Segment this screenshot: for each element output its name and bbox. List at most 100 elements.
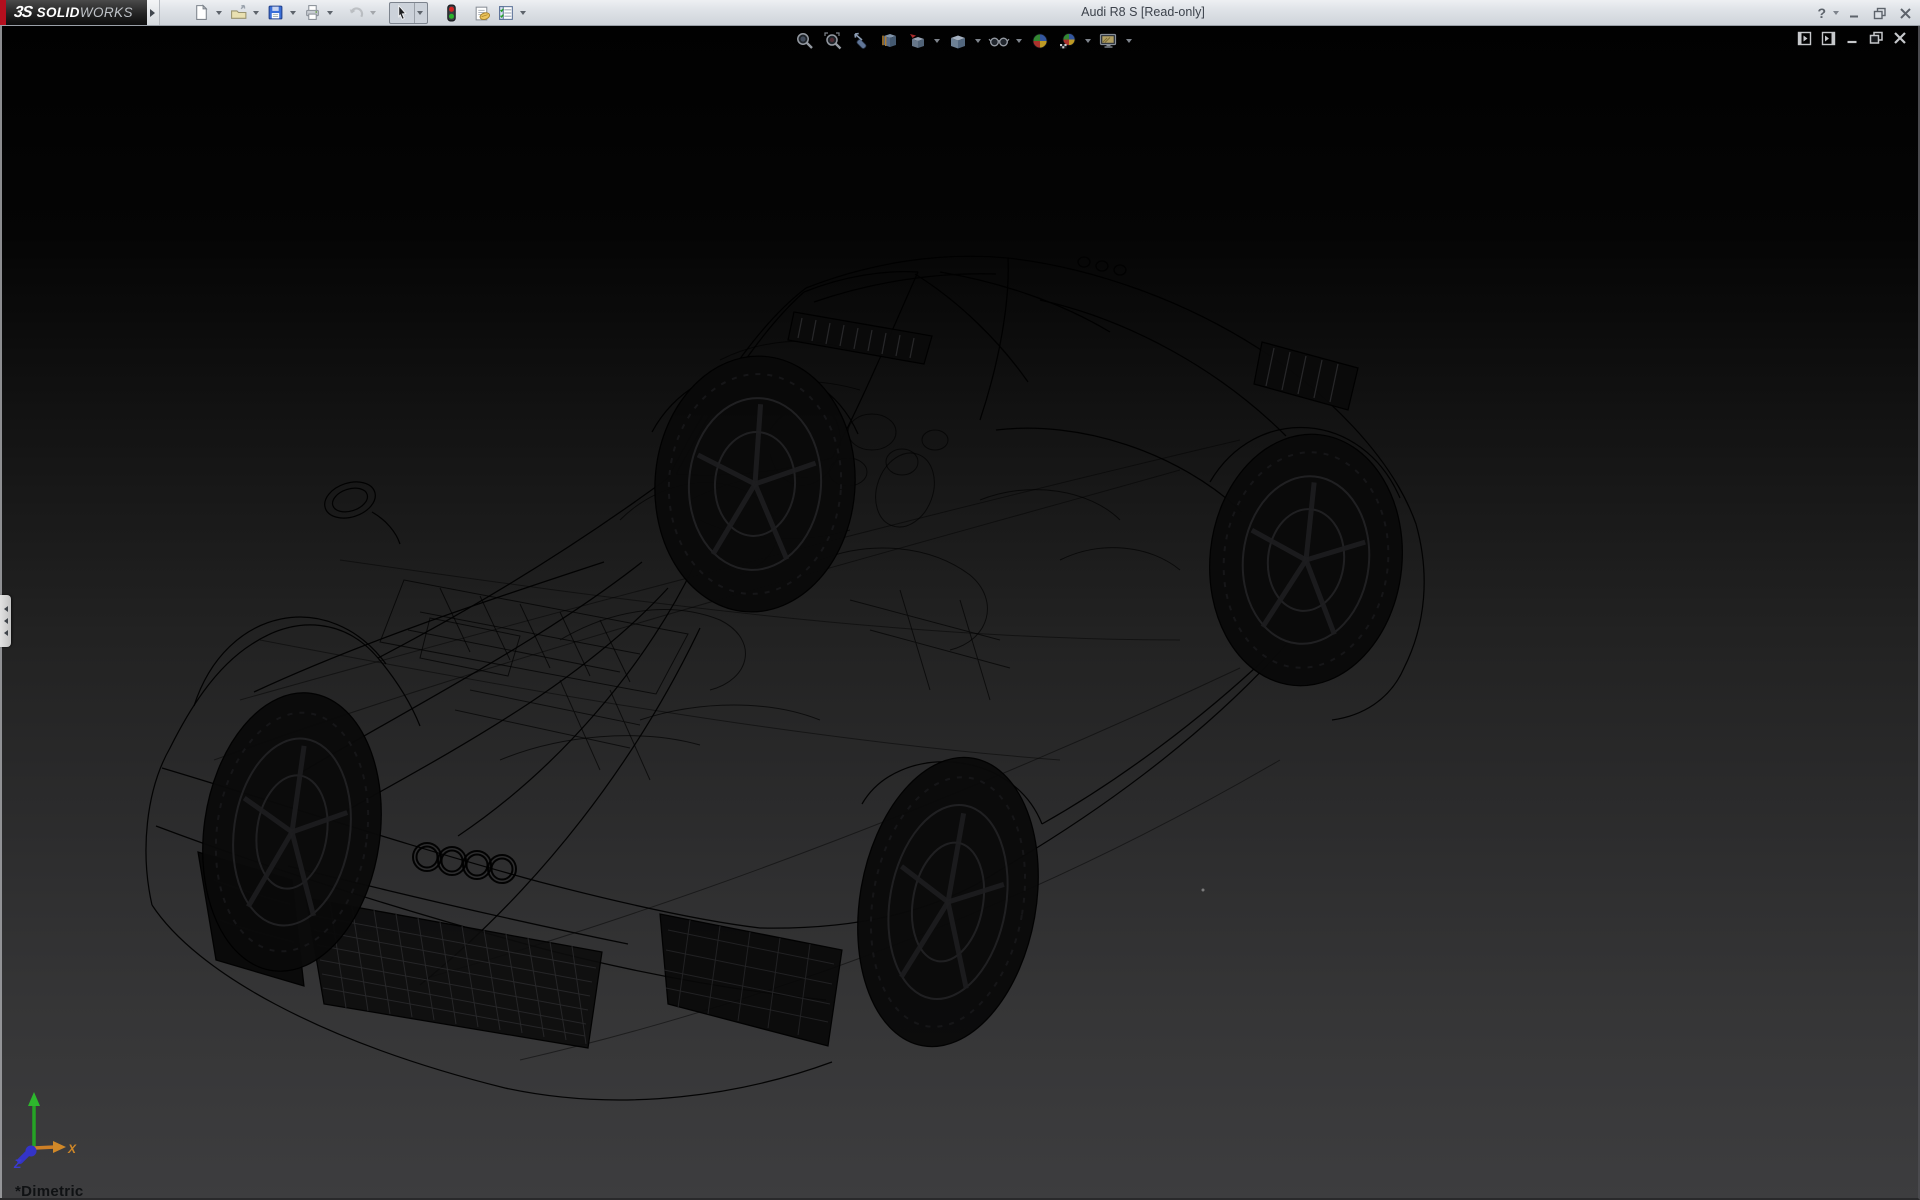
undo-button[interactable] xyxy=(344,2,368,24)
minimize-icon xyxy=(1849,7,1861,19)
triad-z-label: Z xyxy=(13,1157,22,1171)
apply-scene-button[interactable] xyxy=(1055,29,1080,53)
orientation-triad: X Z xyxy=(13,1092,77,1171)
hide-show-items-button[interactable] xyxy=(986,29,1011,53)
previous-view-button[interactable] xyxy=(848,29,873,53)
titlebar: 3S SOLIDWORKS xyxy=(0,0,1920,26)
chevron-down-icon xyxy=(417,11,423,15)
select-button[interactable] xyxy=(390,3,414,23)
chevron-down-icon xyxy=(934,39,940,43)
menu-flyout-arrow[interactable] xyxy=(147,0,160,25)
restore-icon xyxy=(1873,7,1887,20)
select-cursor-icon xyxy=(394,4,410,21)
open-folder-icon xyxy=(230,4,248,21)
zoom-to-area-icon xyxy=(823,31,843,51)
ds-logo-glyph: 3S xyxy=(13,4,33,22)
print-dropdown[interactable] xyxy=(325,2,336,24)
checker-flag xyxy=(1060,44,1067,48)
doc-restore-icon xyxy=(1869,31,1884,45)
doc-minimize-button[interactable] xyxy=(1844,30,1860,46)
print-button[interactable] xyxy=(301,2,325,24)
undo-dropdown[interactable] xyxy=(368,2,379,24)
chevron-down-icon xyxy=(290,11,296,15)
save-dropdown[interactable] xyxy=(288,2,299,24)
rebuild-traffic-light-icon xyxy=(444,4,459,22)
undo-icon xyxy=(347,4,365,21)
flyout-arrow-icon xyxy=(150,9,155,17)
select-dropdown[interactable] xyxy=(414,3,425,23)
help-button[interactable]: ? xyxy=(1817,5,1826,21)
titlebar-controls: ? xyxy=(1817,0,1914,26)
print-icon xyxy=(304,4,321,21)
open-button[interactable] xyxy=(227,2,251,24)
previous-view-icon xyxy=(851,31,871,51)
chevron-down-icon xyxy=(1085,39,1091,43)
new-document-icon xyxy=(193,4,210,21)
model-canvas[interactable]: X Z xyxy=(0,26,1920,1200)
select-button-group xyxy=(389,2,428,24)
main-toolbar xyxy=(190,0,531,25)
options-button[interactable] xyxy=(494,2,518,24)
save-button[interactable] xyxy=(264,2,288,24)
file-properties-button[interactable] xyxy=(470,2,494,24)
solidworks-logo: 3S SOLIDWORKS xyxy=(0,0,147,25)
edit-appearance-ball-icon xyxy=(1030,31,1050,51)
section-view-icon xyxy=(879,31,899,51)
save-icon xyxy=(267,4,284,21)
close-icon xyxy=(1899,7,1912,20)
new-dropdown[interactable] xyxy=(214,2,225,24)
minimize-button[interactable] xyxy=(1846,4,1864,22)
close-button[interactable] xyxy=(1896,4,1914,22)
open-dropdown[interactable] xyxy=(251,2,262,24)
view-orientation-label: *Dimetric xyxy=(15,1183,84,1200)
view-settings-button[interactable] xyxy=(1096,29,1121,53)
display-style-button[interactable] xyxy=(945,29,970,53)
chevron-down-icon xyxy=(975,39,981,43)
hide-show-items-glasses-icon xyxy=(988,31,1010,51)
brand-solid: SOLID xyxy=(37,5,80,20)
collapse-arrow-icon xyxy=(4,606,8,612)
rebuild-button[interactable] xyxy=(440,2,464,24)
help-dropdown-icon[interactable] xyxy=(1833,11,1839,15)
featuremanager-splitter[interactable] xyxy=(0,595,11,647)
view-orientation-dropdown[interactable] xyxy=(932,29,942,53)
collapse-pane-button[interactable] xyxy=(1796,30,1812,46)
view-orientation-button[interactable] xyxy=(904,29,929,53)
apply-scene-dropdown[interactable] xyxy=(1083,29,1093,53)
display-style-dropdown[interactable] xyxy=(973,29,983,53)
expand-pane-icon xyxy=(1821,31,1836,46)
chevron-down-icon xyxy=(1016,39,1022,43)
doc-minimize-icon xyxy=(1846,32,1859,45)
doc-restore-button[interactable] xyxy=(1868,30,1884,46)
doc-close-icon xyxy=(1893,31,1907,45)
chevron-down-icon xyxy=(1126,39,1132,43)
view-settings-dropdown[interactable] xyxy=(1124,29,1134,53)
graphics-viewport[interactable]: X Z *Dimetric xyxy=(0,26,1920,1200)
display-style-icon xyxy=(948,31,968,51)
zoom-to-fit-button[interactable] xyxy=(792,29,817,53)
heads-up-view-toolbar xyxy=(792,29,1134,53)
chevron-down-icon xyxy=(327,11,333,15)
document-window-controls xyxy=(1796,30,1908,46)
document-title: Audi R8 S [Read-only] xyxy=(1081,5,1205,19)
file-properties-icon xyxy=(473,4,491,22)
expand-pane-button[interactable] xyxy=(1820,30,1836,46)
options-dropdown[interactable] xyxy=(518,2,529,24)
zoom-to-area-button[interactable] xyxy=(820,29,845,53)
brand-works: WORKS xyxy=(80,5,133,20)
collapse-arrow-icon xyxy=(4,618,8,624)
chevron-down-icon xyxy=(370,11,376,15)
chevron-down-icon xyxy=(216,11,222,15)
triad-x-label: X xyxy=(67,1142,77,1156)
hide-show-items-dropdown[interactable] xyxy=(1014,29,1024,53)
options-icon xyxy=(497,4,515,22)
apply-scene-icon xyxy=(1058,31,1078,51)
new-button[interactable] xyxy=(190,2,214,24)
view-orientation-icon xyxy=(907,31,927,51)
section-view-button[interactable] xyxy=(876,29,901,53)
chevron-down-icon xyxy=(253,11,259,15)
restore-button[interactable] xyxy=(1871,4,1889,22)
doc-close-button[interactable] xyxy=(1892,30,1908,46)
edit-appearance-button[interactable] xyxy=(1027,29,1052,53)
chevron-down-icon xyxy=(520,11,526,15)
